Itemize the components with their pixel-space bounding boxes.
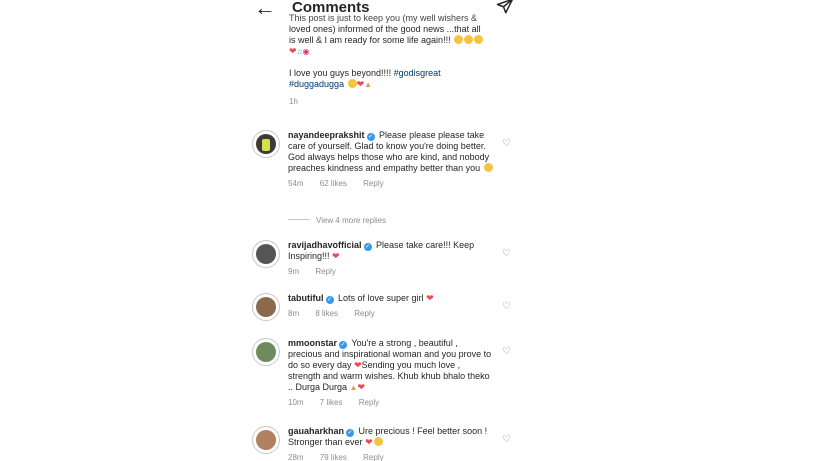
- red-heart-icon: ❤: [365, 437, 373, 447]
- avatar[interactable]: [252, 426, 280, 454]
- reply-button[interactable]: Reply: [354, 309, 374, 318]
- red-heart-icon: ❤: [354, 360, 362, 370]
- avatar[interactable]: [252, 130, 280, 158]
- verified-badge-icon: ✓: [346, 429, 355, 437]
- hug-emoji-icon: [347, 79, 357, 88]
- comment-text: Lots of love super girl: [338, 293, 424, 303]
- verified-badge-icon: ✓: [339, 341, 348, 349]
- caption-love-line: I love you guys beyond!!!!: [289, 68, 392, 78]
- reply-button[interactable]: Reply: [315, 267, 335, 276]
- comment-time: 28m: [288, 453, 304, 461]
- comment-time: 9m: [288, 267, 300, 276]
- grin-emoji-icon: [464, 35, 474, 44]
- view-more-label: View 4 more replies: [316, 216, 387, 225]
- hashtag-link[interactable]: #godisgreat: [394, 68, 441, 78]
- heart-outline-icon[interactable]: ♡: [502, 346, 511, 357]
- comment-username[interactable]: nayandeeprakshit: [288, 130, 365, 140]
- avatar[interactable]: [252, 293, 280, 321]
- verified-badge-icon: ✓: [363, 243, 372, 251]
- comment-likes[interactable]: 79 likes: [320, 453, 347, 461]
- reply-button[interactable]: Reply: [363, 179, 383, 188]
- avatar[interactable]: [252, 338, 280, 366]
- caption-cut-line: This post is just to keep you (my well w…: [289, 13, 478, 23]
- comment-username[interactable]: mmoonstar: [288, 338, 337, 348]
- reply-button[interactable]: Reply: [363, 453, 383, 461]
- hashtag-link[interactable]: #duggadugga: [289, 79, 344, 89]
- comment-username[interactable]: tabutiful: [288, 293, 324, 303]
- comment-likes[interactable]: 8 likes: [315, 309, 338, 318]
- red-heart-icon: ❤: [289, 46, 297, 56]
- comment-likes[interactable]: 7 likes: [320, 398, 343, 407]
- heart-eyes-emoji-icon: [483, 163, 493, 172]
- kiss-lips-icon: ◉: [302, 47, 310, 56]
- comment-time: 8m: [288, 309, 300, 318]
- back-arrow-icon[interactable]: ←: [254, 0, 276, 19]
- heart-outline-icon[interactable]: ♡: [502, 434, 511, 445]
- heart-outline-icon[interactable]: ♡: [502, 138, 511, 149]
- verified-badge-icon: ✓: [325, 296, 334, 304]
- heart-outline-icon[interactable]: ♡: [502, 248, 511, 259]
- red-heart-icon: ❤: [332, 251, 340, 261]
- red-heart-icon: ❤: [357, 382, 366, 392]
- halo-smile-emoji-icon: [454, 35, 464, 44]
- divider-line: [288, 219, 310, 220]
- comment-time: 54m: [288, 179, 304, 188]
- red-heart-icon: ❤: [426, 293, 434, 303]
- comment-time: 10m: [288, 398, 304, 407]
- heart-outline-icon[interactable]: ♡: [502, 301, 511, 312]
- reply-button[interactable]: Reply: [359, 398, 379, 407]
- caption-line: is well & I am ready for some life again…: [289, 35, 451, 45]
- folded-hands-icon: ▲: [364, 80, 373, 89]
- avatar[interactable]: [252, 240, 280, 268]
- red-heart-icon: ❤: [356, 79, 365, 89]
- caption-time: 1h: [289, 97, 298, 106]
- hug-emoji-icon: [474, 35, 484, 44]
- caption-line: loved ones) informed of the good news ..…: [289, 24, 481, 34]
- comment-username[interactable]: ravijadhavofficial: [288, 240, 362, 250]
- verified-badge-icon: ✓: [366, 133, 375, 141]
- kiss-face-emoji-icon: [373, 437, 383, 446]
- comments-screen: ← Comments This post is just to keep you…: [0, 0, 830, 461]
- post-caption: This post is just to keep you (my well w…: [289, 13, 519, 107]
- comment-likes[interactable]: 62 likes: [320, 179, 347, 188]
- comment-username[interactable]: gauaharkhan: [288, 426, 344, 436]
- view-more-replies[interactable]: View 4 more replies: [288, 216, 386, 225]
